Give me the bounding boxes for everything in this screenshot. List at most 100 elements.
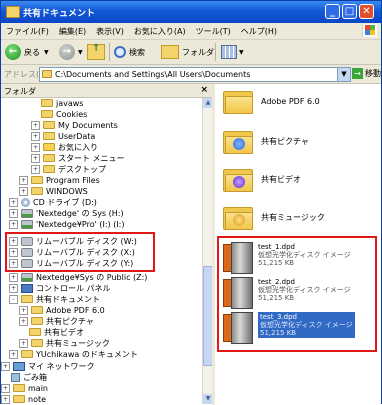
tree-item[interactable]: + デスクトップ (31, 164, 106, 174)
tree-item[interactable]: + マイ ネットワーク (1, 361, 95, 371)
tree-item[interactable]: + WINDOWS (19, 186, 88, 196)
explorer-window: 共有ドキュメント _ □ ✕ ファイル(F) 編集(E) 表示(V) お気に入り(A)… (0, 0, 382, 405)
folders-button[interactable]: フォルダ (161, 43, 214, 61)
tree-item[interactable]: + スタート メニュー (31, 153, 125, 163)
tree-item[interactable]: ごみ箱 (1, 372, 47, 382)
folder-item-label: 共有ミュージック (261, 212, 325, 222)
tree-expander[interactable]: + (9, 208, 18, 218)
address-input[interactable]: C:\Documents and Settings\All Users\Docu… (39, 67, 351, 82)
tree-expander[interactable]: + (19, 338, 28, 348)
tree-item[interactable]: - 共有ドキュメント (9, 294, 100, 304)
forward-button[interactable]: → ▼ (59, 43, 83, 61)
title-bar[interactable]: 共有ドキュメント _ □ ✕ (1, 1, 381, 23)
tree-item[interactable]: + リムーバブル ディスク (Y:) (9, 258, 133, 268)
tree-item[interactable]: + main (1, 383, 48, 393)
folder-icon (43, 121, 55, 129)
tree-expander[interactable]: + (9, 349, 18, 359)
music-folder-icon (223, 204, 253, 230)
minimize-button[interactable]: _ (325, 4, 340, 19)
tree-item[interactable]: + My Documents (31, 120, 118, 130)
tree-item[interactable]: + 共有ピクチャ (19, 316, 94, 326)
folder-item[interactable]: Adobe PDF 6.0 (223, 88, 320, 114)
network-drive-icon (21, 219, 33, 229)
views-button[interactable]: ▼ (221, 43, 244, 61)
tree-item[interactable]: Cookies (31, 109, 87, 119)
back-button[interactable]: ← 戻る ▼ (5, 43, 49, 61)
chevron-down-icon: ▼ (78, 48, 83, 56)
folder-item-label: Adobe PDF 6.0 (261, 96, 320, 106)
toolbar: ← 戻る ▼ → ▼ ↑ 検索 フォルダ ▼ (1, 40, 381, 65)
tree-item[interactable]: javaws (31, 98, 83, 108)
menu-file[interactable]: ファイル(F) (1, 23, 54, 37)
folder-pane-title: フォルダ (4, 87, 36, 96)
tree-expander[interactable]: + (19, 175, 28, 185)
tree-expander[interactable]: + (31, 120, 40, 130)
menu-tools[interactable]: ツール(T) (191, 23, 236, 37)
up-button[interactable]: ↑ (87, 43, 105, 61)
tree-item[interactable]: + Nextedge¥Sys の Public (Z:) (9, 272, 147, 282)
folder-icon (21, 350, 33, 358)
tree-item-label: 'Nextedge' の Sys (H:) (36, 208, 124, 218)
folder-item[interactable]: 共有ビデオ (223, 166, 301, 192)
tree-expander[interactable]: + (19, 186, 28, 196)
tree-expander[interactable]: + (31, 142, 40, 152)
menu-view[interactable]: 表示(V) (91, 23, 129, 37)
tree-expander[interactable]: + (31, 164, 40, 174)
tree-expander[interactable]: - (9, 294, 18, 304)
search-button[interactable]: 検索 (114, 43, 145, 61)
tree-item[interactable]: + 共有ミュージック (19, 338, 110, 348)
tree-item[interactable]: + Adobe PDF 6.0 (19, 305, 105, 315)
folder-icon (42, 70, 52, 78)
tree-expander[interactable]: + (31, 153, 40, 163)
tree-expander[interactable]: + (9, 258, 18, 268)
tree-expander[interactable]: + (1, 394, 10, 404)
tree-expander[interactable]: + (19, 305, 28, 315)
disc-image-file-icon (223, 277, 253, 309)
tree-expander[interactable]: + (9, 247, 18, 257)
tree-item[interactable]: + note (1, 394, 46, 404)
maximize-button[interactable]: □ (342, 4, 357, 19)
tree-expander[interactable]: + (19, 316, 28, 326)
favorites-folder-icon (43, 143, 55, 151)
tree-expander[interactable]: + (9, 272, 18, 282)
tree-expander[interactable]: + (1, 383, 10, 393)
tree-item-label: デスクトップ (58, 164, 106, 174)
tree-expander[interactable]: + (1, 361, 10, 371)
tree-item[interactable]: + CD ドライブ (D:) (9, 197, 97, 207)
tree-item[interactable]: 共有ビデオ (19, 327, 84, 337)
tree-item[interactable]: + YUchikawa のドキュメント (9, 349, 138, 359)
menu-help[interactable]: ヘルプ(H) (236, 23, 282, 37)
file-item[interactable]: test_1.dpd 仮想光学化ディスク イメージ 51,215 KB (223, 242, 351, 274)
tree-item[interactable]: + リムーバブル ディスク (X:) (9, 247, 135, 257)
tree-item[interactable]: + 'Nextedge' の Sys (H:) (9, 208, 124, 218)
address-dropdown-button[interactable]: ▼ (337, 68, 350, 81)
folder-icon (223, 88, 253, 114)
file-item-selected[interactable]: test_3.dpd 仮想光学化ディスク イメージ 51,215 KB (223, 312, 355, 344)
menu-favorites[interactable]: お気に入り(A) (129, 23, 191, 37)
file-item[interactable]: test_2.dpd 仮想光学化ディスク イメージ 51,215 KB (223, 277, 351, 309)
tree-expander[interactable]: + (9, 197, 18, 207)
tree-expander[interactable]: + (9, 219, 18, 229)
tree-item-label: 共有ミュージック (46, 338, 110, 348)
tree-item-label: コントロール パネル (36, 283, 111, 293)
tree-item[interactable]: + リムーバブル ディスク (W:) (9, 236, 137, 246)
folder-item[interactable]: 共有ミュージック (223, 204, 325, 230)
tree-expander[interactable]: + (31, 131, 40, 141)
tree-item-label: リムーバブル ディスク (W:) (36, 236, 137, 246)
tree-item[interactable]: + お気に入り (31, 142, 98, 152)
control-panel-icon (21, 283, 33, 293)
folder-item[interactable]: 共有ピクチャ (223, 128, 309, 154)
tree-item-label: 'Nextedge¥Pro' (I:) (I:) (36, 219, 125, 229)
menu-edit[interactable]: 編集(E) (54, 23, 91, 37)
folder-pane-close-button[interactable]: × (200, 85, 208, 95)
close-button[interactable]: ✕ (359, 4, 374, 19)
tree-expander[interactable]: + (9, 236, 18, 246)
tree-item[interactable]: + UserData (31, 131, 95, 141)
tree-item-label: CD ドライブ (D:) (33, 197, 97, 207)
tree-item[interactable]: + 'Nextedge¥Pro' (I:) (I:) (9, 219, 125, 229)
tree-expander[interactable]: + (9, 283, 18, 293)
file-type: 仮想光学化ディスク イメージ (260, 321, 353, 329)
go-button[interactable]: → 移動 (352, 68, 381, 79)
tree-item[interactable]: + コントロール パネル (9, 283, 111, 293)
tree-item[interactable]: + Program Files (19, 175, 100, 185)
